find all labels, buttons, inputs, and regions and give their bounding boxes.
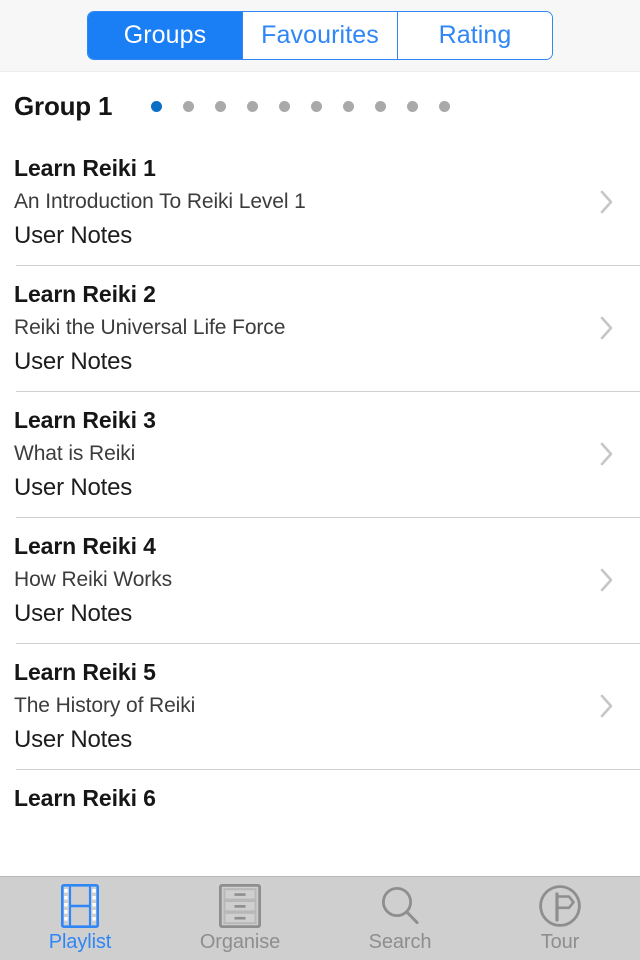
tab-tour[interactable]: Tour xyxy=(480,877,640,960)
list-item-subtitle-row: How Reiki Works xyxy=(14,561,640,599)
page-dot-1[interactable] xyxy=(151,100,163,112)
tab-playlist[interactable]: Playlist xyxy=(0,877,160,960)
list-item-notes: User Notes xyxy=(14,600,133,627)
table-row[interactable]: Learn Reiki 2 Reiki the Universal Life F… xyxy=(0,266,640,391)
list-item-title: Learn Reiki 2 xyxy=(14,281,156,307)
page-indicator[interactable] xyxy=(151,100,451,112)
page-dot-3[interactable] xyxy=(215,100,227,112)
chevron-right-icon[interactable] xyxy=(599,565,616,595)
playlist-list[interactable]: Learn Reiki 1 An Introduction To Reiki L… xyxy=(0,140,640,876)
list-item-title: Learn Reiki 4 xyxy=(14,533,156,559)
tab-tour-label: Tour xyxy=(540,931,580,953)
page-dot-2[interactable] xyxy=(183,100,195,112)
page-dot-8[interactable] xyxy=(375,100,387,112)
page-dot-6[interactable] xyxy=(311,100,323,112)
signpost-icon xyxy=(538,883,582,929)
tab-organise-label: Organise xyxy=(199,931,281,953)
tab-search[interactable]: Search xyxy=(320,877,480,960)
chevron-right-icon[interactable] xyxy=(599,691,616,721)
list-item-subtitle: How Reiki Works xyxy=(14,568,172,591)
list-item-notes: User Notes xyxy=(14,726,133,753)
list-item-subtitle: An Introduction To Reiki Level 1 xyxy=(14,190,306,213)
chevron-right-icon[interactable] xyxy=(599,313,616,343)
header-bar: Groups Favourites Rating xyxy=(0,0,640,72)
list-item-title: Learn Reiki 1 xyxy=(14,155,156,181)
page-title: Group 1 xyxy=(14,90,113,121)
file-cabinet-icon xyxy=(219,883,261,929)
tab-playlist-label: Playlist xyxy=(48,931,112,953)
list-item-subtitle-row: The History of Reiki xyxy=(14,687,640,725)
list-item-subtitle-row: An Introduction To Reiki Level 1 xyxy=(14,183,640,221)
chevron-right-icon[interactable] xyxy=(599,439,616,469)
list-item-subtitle-row: What is Reiki xyxy=(14,435,640,473)
segment-favourites[interactable]: Favourites xyxy=(243,12,398,59)
segment-groups[interactable]: Groups xyxy=(88,12,243,59)
segmented-control[interactable]: Groups Favourites Rating xyxy=(87,11,553,60)
tab-organise[interactable]: Organise xyxy=(160,877,320,960)
list-item-notes: User Notes xyxy=(14,222,133,249)
search-icon xyxy=(378,883,422,929)
list-item-title: Learn Reiki 3 xyxy=(14,407,156,433)
segment-rating[interactable]: Rating xyxy=(398,12,552,59)
film-strip-icon xyxy=(61,883,99,929)
page-dot-9[interactable] xyxy=(407,100,419,112)
list-item-notes: User Notes xyxy=(14,348,133,375)
table-row[interactable]: Learn Reiki 4 How Reiki Works User Notes xyxy=(0,518,640,643)
list-item-notes: User Notes xyxy=(14,474,133,501)
page-dot-5[interactable] xyxy=(279,100,291,112)
segment-rating-label: Rating xyxy=(438,21,512,49)
page-dot-10[interactable] xyxy=(439,100,451,112)
table-row[interactable]: Learn Reiki 6 xyxy=(0,770,640,813)
chevron-right-icon[interactable] xyxy=(599,187,616,217)
table-row[interactable]: Learn Reiki 5 The History of Reiki User … xyxy=(0,644,640,769)
page-dot-4[interactable] xyxy=(247,100,259,112)
tab-search-label: Search xyxy=(368,931,432,953)
segment-groups-label: Groups xyxy=(123,21,207,49)
page-dot-7[interactable] xyxy=(343,100,355,112)
list-item-title: Learn Reiki 5 xyxy=(14,659,156,685)
app-root: Groups Favourites Rating Group 1 Learn R… xyxy=(0,0,640,960)
list-item-subtitle-row: Reiki the Universal Life Force xyxy=(14,309,640,347)
list-item-subtitle: What is Reiki xyxy=(14,442,136,465)
tab-bar: Playlist Organise Search Tour xyxy=(0,876,640,960)
table-row[interactable]: Learn Reiki 1 An Introduction To Reiki L… xyxy=(0,140,640,265)
group-header: Group 1 xyxy=(0,72,640,140)
list-item-title: Learn Reiki 6 xyxy=(14,785,156,811)
list-item-subtitle: Reiki the Universal Life Force xyxy=(14,316,286,339)
list-item-subtitle: The History of Reiki xyxy=(14,694,196,717)
table-row[interactable]: Learn Reiki 3 What is Reiki User Notes xyxy=(0,392,640,517)
segment-favourites-label: Favourites xyxy=(261,21,379,49)
